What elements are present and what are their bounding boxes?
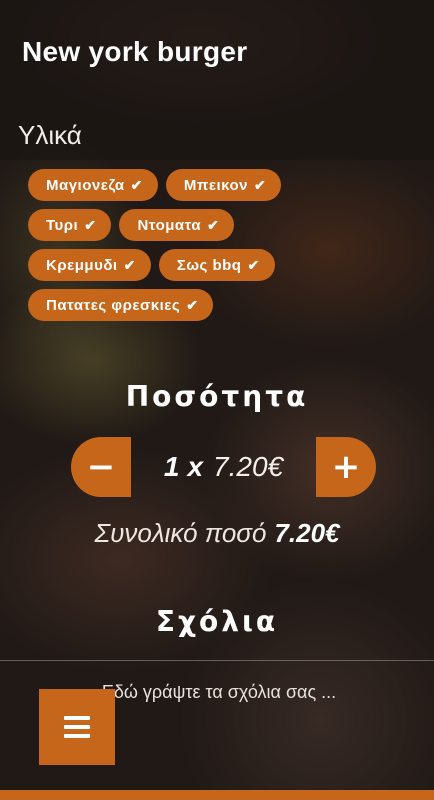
check-icon: ✔	[254, 176, 267, 193]
ingredient-chip-label: Κρεμμυδι	[46, 256, 118, 274]
plus-icon: +	[331, 447, 361, 487]
ingredient-chip[interactable]: Μαγιονεζα ✔	[28, 169, 158, 201]
ingredient-chip-label: Μαγιονεζα	[46, 176, 125, 194]
check-icon: ✔	[84, 216, 97, 233]
minus-icon: −	[86, 447, 116, 487]
comments-divider	[0, 660, 434, 661]
ingredient-chip-row: Πατατες φρεσκιες ✔	[28, 289, 418, 321]
ingredient-chip-row: Τυρι ✔ Ντοματα ✔	[28, 209, 418, 241]
product-title: New york burger	[22, 36, 248, 67]
ingredient-chip-label: Σως bbq	[176, 256, 242, 274]
ingredient-chip[interactable]: Πατατες φρεσκιες ✔	[28, 289, 214, 321]
quantity-count: 1	[163, 451, 180, 482]
ingredient-chip[interactable]: Κρεμμυδι ✔	[28, 249, 151, 281]
ingredients-label: Υλικά	[18, 120, 82, 150]
check-icon: ✔	[247, 256, 260, 273]
unit-price: 7.20€	[213, 451, 284, 482]
increase-quantity-button[interactable]: +	[316, 437, 376, 497]
ingredient-chips: Μαγιονεζα ✔ Μπεικον ✔ Τυρι ✔ Ντοματα ✔ Κρεμμυδι ✔…	[28, 169, 418, 329]
ingredient-chip[interactable]: Σως bbq ✔	[158, 249, 275, 281]
ingredient-chip-row: Κρεμμυδι ✔ Σως bbq ✔	[28, 249, 418, 281]
check-icon: ✔	[123, 256, 136, 273]
check-icon: ✔	[207, 216, 220, 233]
comments-title: Σχόλια	[155, 605, 279, 638]
ingredient-chip-label: Μπεικον	[183, 176, 249, 194]
ingredient-chip-label: Πατατες φρεσκιες	[46, 296, 181, 314]
total-label: Συνολικό ποσό	[94, 518, 267, 548]
decrease-quantity-button[interactable]: −	[71, 437, 131, 497]
menu-button[interactable]	[39, 689, 115, 765]
ingredient-chip-label: Τυρι	[46, 216, 79, 234]
hamburger-menu-icon	[64, 714, 90, 741]
bottom-accent-bar	[0, 790, 434, 800]
ingredient-chip-row: Μαγιονεζα ✔ Μπεικον ✔	[28, 169, 418, 201]
product-page: New york burger Υλικά Μαγιονεζα ✔ Μπεικον ✔…	[0, 0, 434, 800]
quantity-stepper: − 1 x 7.20€ +	[71, 437, 376, 497]
quantity-display: 1 x 7.20€	[131, 437, 316, 497]
total-price: Συνολικό ποσό 7.20€	[0, 518, 434, 549]
check-icon: ✔	[130, 176, 143, 193]
quantity-title: Ποσότητα	[125, 380, 309, 413]
ingredient-chip[interactable]: Μπεικον ✔	[165, 169, 282, 201]
check-icon: ✔	[186, 296, 199, 313]
ingredient-chip[interactable]: Τυρι ✔	[28, 209, 112, 241]
ingredient-chip-label: Ντοματα	[137, 216, 202, 234]
quantity-times: x	[187, 451, 204, 482]
ingredient-chip[interactable]: Ντοματα ✔	[119, 209, 235, 241]
total-amount: 7.20€	[274, 518, 340, 548]
